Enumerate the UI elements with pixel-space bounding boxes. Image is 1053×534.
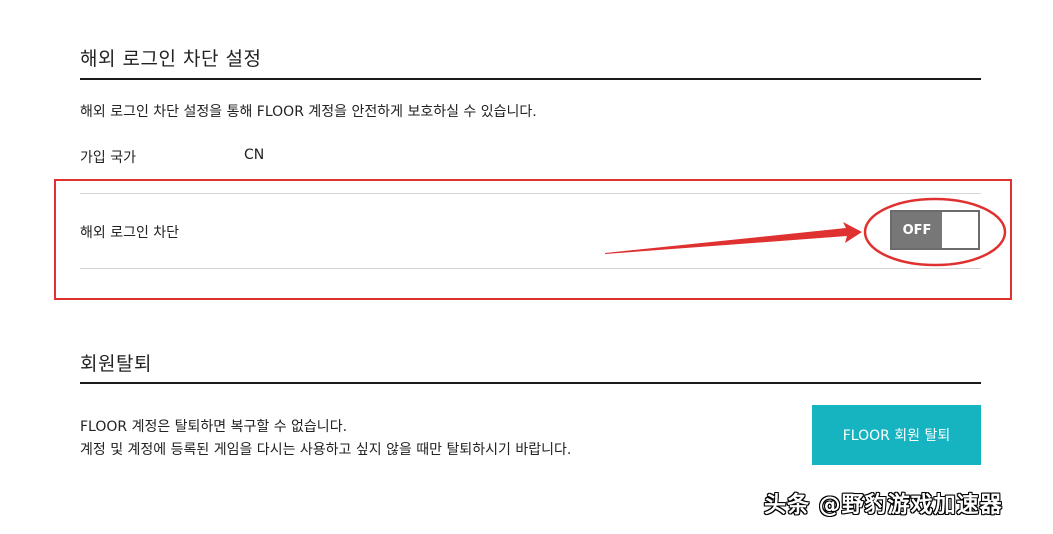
annotation-highlight-box [54,179,1012,300]
overseas-block-description: 해외 로그인 차단 설정을 통해 FLOOR 계정을 안전하게 보호하실 수 있… [80,104,537,120]
withdraw-button[interactable]: FLOOR 회원 탈퇴 [812,405,981,465]
row-divider-top [80,193,981,194]
row-divider-bottom [80,268,981,269]
country-value: CN [244,147,265,163]
section-divider [80,78,981,80]
country-label: 가입 국가 [80,150,136,166]
watermark-text: 头条 @野豹游戏加速器 [764,493,1003,518]
withdraw-title: 회원탈퇴 [80,353,152,375]
withdraw-line-1: FLOOR 계정은 탈퇴하면 복구할 수 없습니다. [80,419,348,435]
overseas-block-title: 해외 로그인 차단 설정 [80,48,262,70]
withdraw-line-2: 계정 및 계정에 등록된 게임을 다시는 사용하고 싶지 않을 때만 탈퇴하시기… [80,442,572,458]
overseas-block-label: 해외 로그인 차단 [80,225,180,241]
toggle-off-label: OFF [892,212,942,248]
toggle-knob [942,212,978,248]
section-divider [80,382,981,384]
annotation-arrow [605,222,862,254]
page: 해외 로그인 차단 설정 해외 로그인 차단 설정을 통해 FLOOR 계정을 … [0,0,1053,534]
overseas-block-toggle[interactable]: OFF [890,210,980,250]
